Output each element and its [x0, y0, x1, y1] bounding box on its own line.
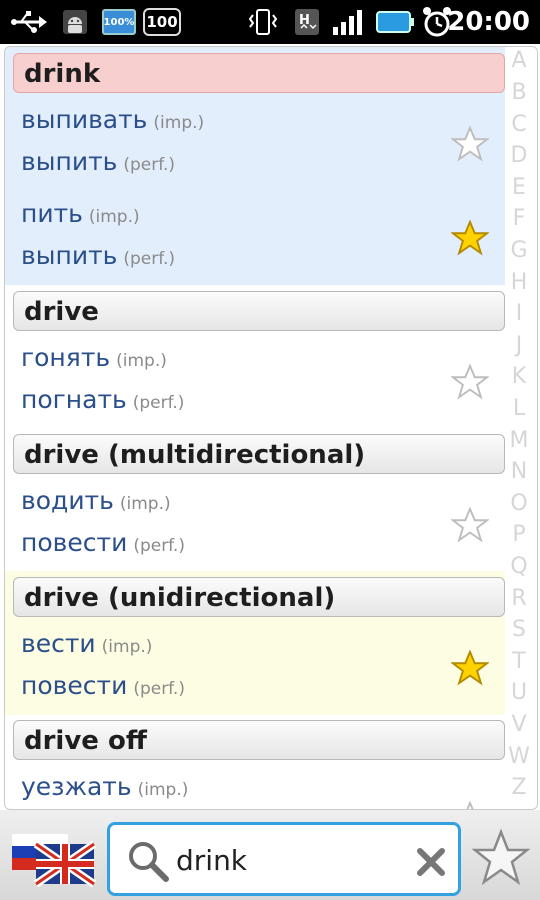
signal-icon — [330, 6, 366, 38]
search-box[interactable] — [107, 822, 461, 896]
aspect-label: (perf.) — [133, 536, 185, 556]
word-text: вести — [21, 629, 96, 658]
alphabet-letter[interactable]: S — [504, 617, 534, 642]
alphabet-letter[interactable]: L — [504, 396, 534, 421]
alphabet-letter[interactable]: F — [504, 206, 534, 231]
translation-word[interactable]: пить (imp.) — [21, 199, 140, 228]
battery-icon — [374, 6, 416, 38]
alphabet-letter[interactable]: J — [504, 333, 534, 358]
favorite-star-filled-icon[interactable] — [451, 219, 489, 257]
translation-word[interactable]: вести (imp.) — [21, 629, 152, 658]
aspect-label: (perf.) — [123, 249, 176, 269]
favorites-button[interactable] — [470, 826, 532, 890]
alphabet-letter[interactable]: Z — [504, 775, 534, 800]
entry-drive-unidirectional[interactable]: drive (unidirectional) вести (imp.) повес… — [5, 571, 505, 715]
aspect-label: (imp.) — [137, 780, 189, 800]
favorite-star-filled-icon[interactable] — [451, 649, 489, 687]
entry-headword: drive off — [13, 720, 505, 760]
aspect-label: (imp.) — [88, 207, 140, 227]
alphabet-letter[interactable]: M — [504, 428, 534, 453]
word-text: пить — [21, 199, 83, 228]
word-text: выпить — [21, 147, 118, 176]
alphabet-letter[interactable]: A — [504, 48, 534, 73]
alphabet-letter[interactable]: Q — [504, 554, 534, 579]
favorite-star-icon[interactable] — [451, 363, 489, 401]
alphabet-letter[interactable]: P — [504, 522, 534, 547]
alphabet-letter[interactable]: U — [504, 680, 534, 705]
word-text: гонять — [21, 343, 111, 372]
alphabet-letter[interactable]: E — [504, 175, 534, 200]
word-text: выпивать — [21, 105, 148, 134]
android-debug-icon — [58, 6, 92, 38]
language-switch-button[interactable] — [10, 830, 98, 890]
alphabet-letter[interactable]: O — [504, 491, 534, 516]
entry-drive-multidirectional[interactable]: drive (multidirectional) водить (imp.) по… — [5, 428, 505, 572]
alphabet-letter[interactable]: I — [504, 301, 534, 326]
translation-word[interactable]: погнать (perf.) — [21, 385, 184, 414]
word-text: повести — [21, 528, 128, 557]
translation-word[interactable]: повести (perf.) — [21, 528, 185, 557]
entry-headword: drive (multidirectional) — [13, 434, 505, 474]
aspect-label: (imp.) — [119, 494, 171, 514]
uk-flag-icon — [33, 840, 97, 888]
alphabet-index[interactable]: A B C D E F G H I J K L M N O P Q R S T … — [504, 46, 534, 808]
translation-word[interactable]: выпить (perf.) — [21, 241, 175, 270]
alphabet-letter[interactable]: C — [504, 112, 534, 137]
alphabet-letter[interactable]: K — [504, 364, 534, 389]
alphabet-letter[interactable]: H — [504, 270, 534, 295]
alphabet-letter[interactable]: W — [504, 744, 534, 769]
level-badge-text: 100 — [146, 13, 178, 31]
status-time: 20:00 — [447, 7, 530, 37]
aspect-label: (imp.) — [101, 637, 153, 657]
word-text: водить — [21, 486, 114, 515]
entry-headword: drive (unidirectional) — [13, 577, 505, 617]
translation-word[interactable]: уезжать (imp.) — [21, 772, 188, 801]
search-icon — [129, 842, 169, 882]
translation-word[interactable]: выпивать (imp.) — [21, 105, 204, 134]
clear-icon[interactable] — [414, 845, 448, 879]
alphabet-letter[interactable]: B — [504, 80, 534, 105]
aspect-label: (perf.) — [133, 679, 185, 699]
data-transfer-icon: H — [292, 6, 322, 38]
alphabet-letter[interactable]: G — [504, 238, 534, 263]
entry-drink[interactable]: drink выпивать (imp.) выпить (perf.) пить(… — [5, 47, 505, 285]
translation-word[interactable]: выпить (perf.) — [21, 147, 175, 176]
translation-word[interactable]: повести (perf.) — [21, 671, 185, 700]
favorite-star-icon[interactable] — [451, 125, 489, 163]
alphabet-letter[interactable]: R — [504, 586, 534, 611]
status-bar: 100% 100 H 20:00 — [0, 0, 540, 44]
alphabet-letter[interactable]: V — [504, 712, 534, 737]
favorite-star-icon[interactable] — [451, 506, 489, 544]
aspect-label: (imp.) — [116, 351, 167, 371]
translation-word[interactable]: гонять (imp.) — [21, 343, 167, 372]
word-text: погнать — [21, 385, 127, 414]
search-input[interactable] — [176, 839, 406, 881]
word-text: уезжать — [21, 772, 132, 801]
entry-drive-off[interactable]: drive off уезжать (imp.) — [5, 714, 505, 810]
alphabet-letter[interactable]: D — [504, 143, 534, 168]
entry-headword: drink — [13, 53, 505, 93]
battery-percent-icon: 100% — [100, 6, 138, 38]
aspect-label: (perf.) — [123, 155, 176, 175]
entry-headword: drive — [13, 291, 505, 331]
alphabet-letter[interactable]: N — [504, 459, 534, 484]
vibrate-icon — [246, 6, 280, 38]
favorite-star-icon[interactable] — [451, 800, 489, 810]
usb-icon — [10, 6, 50, 38]
translation-word[interactable]: водить (imp.) — [21, 486, 171, 515]
entry-drive[interactable]: drive гонять (imp.) погнать (perf.) — [5, 285, 505, 429]
aspect-label: (imp.) — [153, 113, 205, 133]
aspect-label: (perf.) — [132, 393, 185, 413]
results-list[interactable]: drink выпивать (imp.) выпить (perf.) пить(… — [4, 46, 538, 810]
search-bar — [0, 810, 540, 900]
level-badge-icon: 100 — [142, 6, 182, 38]
word-text: выпить — [21, 241, 118, 270]
alphabet-letter[interactable]: T — [504, 649, 534, 674]
word-text: повести — [21, 671, 128, 700]
battery-percent-text: 100% — [103, 16, 135, 28]
